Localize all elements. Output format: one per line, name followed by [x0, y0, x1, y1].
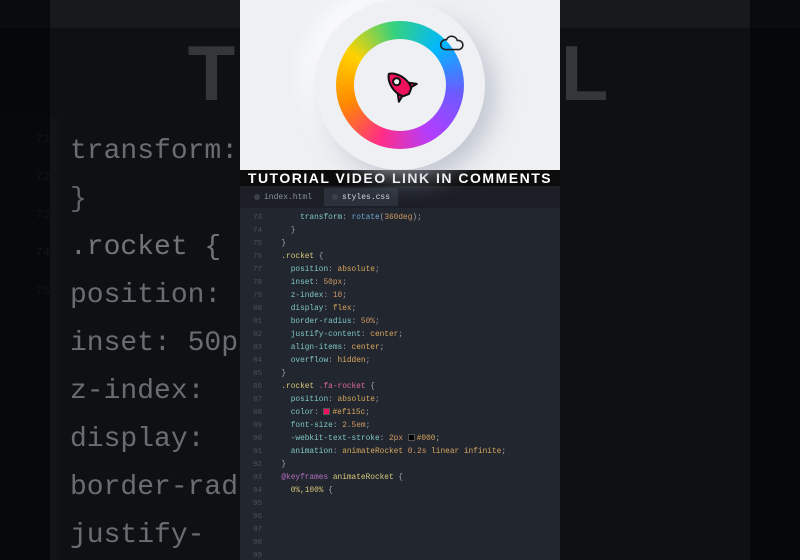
editor-tabs: index.html styles.css: [240, 186, 560, 208]
cloud-icon: [439, 34, 465, 57]
neumorphic-circle: [315, 0, 485, 170]
preview-pane: [240, 0, 560, 170]
code-line: border-radius: 50%;: [272, 316, 554, 329]
code-line: z-index: 10;: [272, 290, 554, 303]
code-line: animation: animateRocket 0.2s linear inf…: [272, 446, 554, 459]
screenshot-stage: TUTORIAL 7172737475 transform: } .rocket…: [0, 0, 800, 560]
left-darkbar: [0, 0, 50, 560]
code-line: }: [272, 459, 554, 472]
code-line: justify-content: center;: [272, 329, 554, 342]
code-line: overflow: hidden;: [272, 355, 554, 368]
code-line: .rocket {: [272, 251, 554, 264]
center-column: TUTORIAL VIDEO LINK IN COMMENTS index.ht…: [240, 0, 560, 560]
code-line: .rocket .fa-rocket {: [272, 381, 554, 394]
code-line: 0%,100% {: [272, 485, 554, 498]
caption-bar: TUTORIAL VIDEO LINK IN COMMENTS: [240, 170, 560, 186]
code-editor: index.html styles.css 7374757677787980818…: [240, 186, 560, 560]
rocket-icon: [381, 66, 419, 113]
code-line: display: flex;: [272, 303, 554, 316]
tab-styles-css[interactable]: styles.css: [324, 188, 398, 206]
code-line: position: absolute;: [272, 264, 554, 277]
code-line: position: absolute;: [272, 394, 554, 407]
code-line: }: [272, 238, 554, 251]
editor-gutter: 7374757677787980818283848586878889909192…: [240, 208, 266, 560]
code-line: @keyframes animateRocket {: [272, 472, 554, 485]
code-line: color: #ef115c;: [272, 407, 554, 420]
tab-label: index.html: [264, 193, 312, 202]
caption-text: TUTORIAL VIDEO LINK IN COMMENTS: [248, 170, 552, 186]
editor-lines[interactable]: transform: rotate(360deg); } } .rocket {…: [266, 208, 560, 560]
code-line: transform: rotate(360deg);: [272, 212, 554, 225]
code-line: }: [272, 368, 554, 381]
code-line: align-items: center;: [272, 342, 554, 355]
color-swatch: [408, 434, 415, 441]
code-line: inset: 50px;: [272, 277, 554, 290]
color-swatch: [323, 408, 330, 415]
code-line: }: [272, 225, 554, 238]
right-darkbar: [750, 0, 800, 560]
code-line: -webkit-text-stroke: 2px #000;: [272, 433, 554, 446]
code-line: font-size: 2.5em;: [272, 420, 554, 433]
tab-index-html[interactable]: index.html: [246, 188, 320, 206]
tab-label: styles.css: [342, 193, 390, 202]
